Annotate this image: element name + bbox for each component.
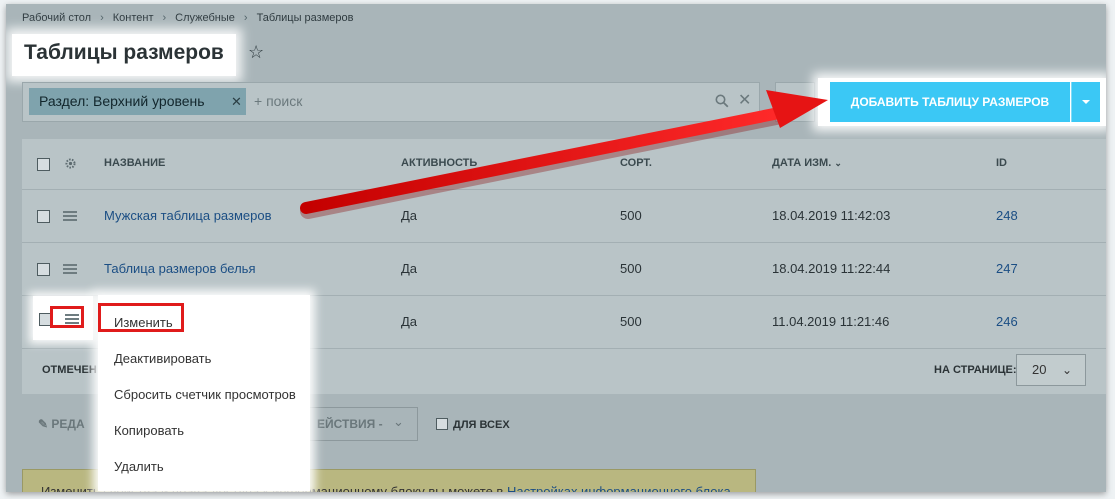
red-arrow-annotation: [300, 90, 828, 219]
page-frame: Рабочий стол › Контент › Служебные › Таблицы р…: [6, 4, 1106, 492]
